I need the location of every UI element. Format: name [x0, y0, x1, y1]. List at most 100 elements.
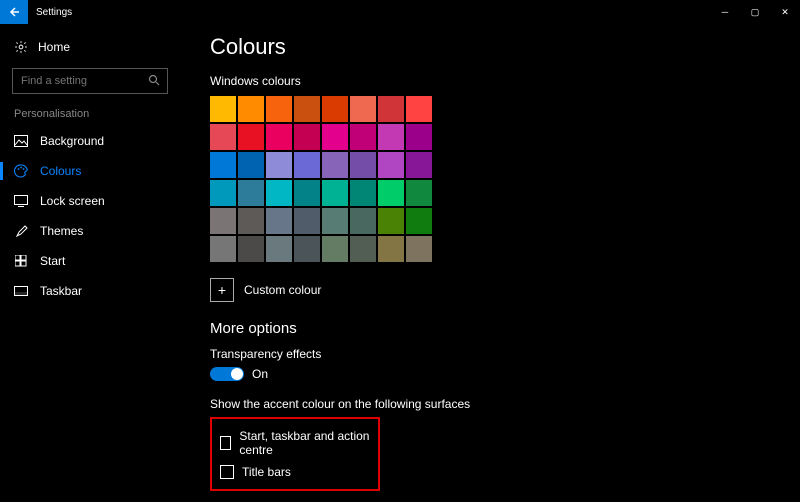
colour-swatch[interactable] — [378, 152, 404, 178]
checkbox-icon — [220, 465, 234, 479]
sidebar-item-lock-screen[interactable]: Lock screen — [0, 186, 180, 216]
taskbar-icon — [14, 284, 28, 298]
colour-swatch[interactable] — [238, 236, 264, 262]
colour-swatch[interactable] — [238, 208, 264, 234]
colour-swatch[interactable] — [238, 180, 264, 206]
windows-colours-label: Windows colours — [210, 74, 800, 88]
sidebar-item-label: Lock screen — [40, 194, 105, 208]
window-title: Settings — [36, 7, 72, 18]
colour-swatch[interactable] — [406, 236, 432, 262]
start-icon — [14, 254, 28, 268]
transparency-state: On — [252, 367, 268, 381]
sidebar-item-label: Themes — [40, 224, 83, 238]
colour-swatch[interactable] — [210, 236, 236, 262]
colour-swatch[interactable] — [378, 180, 404, 206]
colour-swatch[interactable] — [322, 124, 348, 150]
colour-swatch[interactable] — [266, 96, 292, 122]
sidebar-item-background[interactable]: Background — [0, 126, 180, 156]
colour-swatch[interactable] — [406, 180, 432, 206]
window-controls: ─ ▢ ✕ — [710, 0, 800, 24]
sidebar-item-colours[interactable]: Colours — [0, 156, 180, 186]
colour-swatch[interactable] — [406, 152, 432, 178]
sidebar-item-taskbar[interactable]: Taskbar — [0, 276, 180, 306]
sidebar: Home Personalisation Background Colours … — [0, 24, 180, 502]
titlebar: Settings ─ ▢ ✕ — [0, 0, 800, 24]
gear-icon — [14, 40, 28, 54]
colour-swatch[interactable] — [378, 96, 404, 122]
custom-colour-row[interactable]: + Custom colour — [210, 278, 800, 302]
colour-swatch[interactable] — [238, 152, 264, 178]
colour-swatch[interactable] — [294, 96, 320, 122]
colour-swatch[interactable] — [294, 208, 320, 234]
checkbox-title-bars[interactable]: Title bars — [220, 461, 370, 483]
sidebar-item-label: Background — [40, 134, 104, 148]
section-label: Personalisation — [0, 108, 180, 126]
checkbox-start-taskbar[interactable]: Start, taskbar and action centre — [220, 425, 370, 461]
colour-swatch[interactable] — [294, 124, 320, 150]
colour-swatch[interactable] — [210, 208, 236, 234]
colour-swatch[interactable] — [322, 236, 348, 262]
colour-swatch[interactable] — [350, 152, 376, 178]
colour-swatch[interactable] — [238, 96, 264, 122]
page-title: Colours — [210, 34, 800, 60]
home-button[interactable]: Home — [0, 34, 180, 60]
checkbox-label: Start, taskbar and action centre — [239, 429, 370, 457]
colour-swatch[interactable] — [266, 124, 292, 150]
accent-surfaces-label: Show the accent colour on the following … — [210, 397, 800, 411]
search-icon — [148, 74, 160, 89]
plus-icon: + — [210, 278, 234, 302]
arrow-left-icon — [8, 6, 20, 18]
colour-swatch[interactable] — [238, 124, 264, 150]
colour-swatch[interactable] — [266, 152, 292, 178]
colour-swatch[interactable] — [210, 152, 236, 178]
maximize-button[interactable]: ▢ — [740, 0, 770, 24]
search-input[interactable] — [12, 68, 168, 94]
colour-swatch[interactable] — [294, 236, 320, 262]
colour-swatch[interactable] — [378, 208, 404, 234]
colour-swatch[interactable] — [322, 180, 348, 206]
colour-swatch[interactable] — [322, 96, 348, 122]
sidebar-item-label: Start — [40, 254, 65, 268]
transparency-label: Transparency effects — [210, 347, 800, 361]
sidebar-item-label: Colours — [40, 164, 81, 178]
colour-swatch[interactable] — [322, 208, 348, 234]
close-button[interactable]: ✕ — [770, 0, 800, 24]
colour-swatch[interactable] — [350, 236, 376, 262]
transparency-toggle-row: On — [210, 367, 800, 381]
colour-swatch[interactable] — [210, 96, 236, 122]
checkbox-icon — [220, 436, 231, 450]
colour-swatch[interactable] — [378, 236, 404, 262]
home-label: Home — [38, 40, 70, 54]
colour-swatch[interactable] — [350, 208, 376, 234]
sidebar-item-start[interactable]: Start — [0, 246, 180, 276]
custom-colour-label: Custom colour — [244, 283, 321, 297]
transparency-toggle[interactable] — [210, 367, 244, 381]
colour-swatch[interactable] — [378, 124, 404, 150]
colour-swatch[interactable] — [266, 208, 292, 234]
colour-swatch[interactable] — [406, 124, 432, 150]
colour-swatch-grid — [210, 96, 800, 262]
content-area: Home Personalisation Background Colours … — [0, 24, 800, 502]
colour-swatch[interactable] — [294, 152, 320, 178]
sidebar-item-themes[interactable]: Themes — [0, 216, 180, 246]
colour-swatch[interactable] — [294, 180, 320, 206]
accent-surfaces-group: Start, taskbar and action centre Title b… — [210, 417, 380, 491]
minimize-button[interactable]: ─ — [710, 0, 740, 24]
colour-swatch[interactable] — [266, 236, 292, 262]
colour-swatch[interactable] — [322, 152, 348, 178]
main-panel: Colours Windows colours + Custom colour … — [180, 24, 800, 502]
colour-swatch[interactable] — [406, 96, 432, 122]
colour-swatch[interactable] — [210, 180, 236, 206]
colour-swatch[interactable] — [210, 124, 236, 150]
colour-swatch[interactable] — [350, 96, 376, 122]
more-options-heading: More options — [210, 320, 800, 337]
search-container — [12, 68, 168, 94]
colour-swatch[interactable] — [350, 124, 376, 150]
picture-icon — [14, 134, 28, 148]
colour-swatch[interactable] — [266, 180, 292, 206]
colour-swatch[interactable] — [350, 180, 376, 206]
sidebar-item-label: Taskbar — [40, 284, 82, 298]
monitor-icon — [14, 194, 28, 208]
back-button[interactable] — [0, 0, 28, 24]
colour-swatch[interactable] — [406, 208, 432, 234]
